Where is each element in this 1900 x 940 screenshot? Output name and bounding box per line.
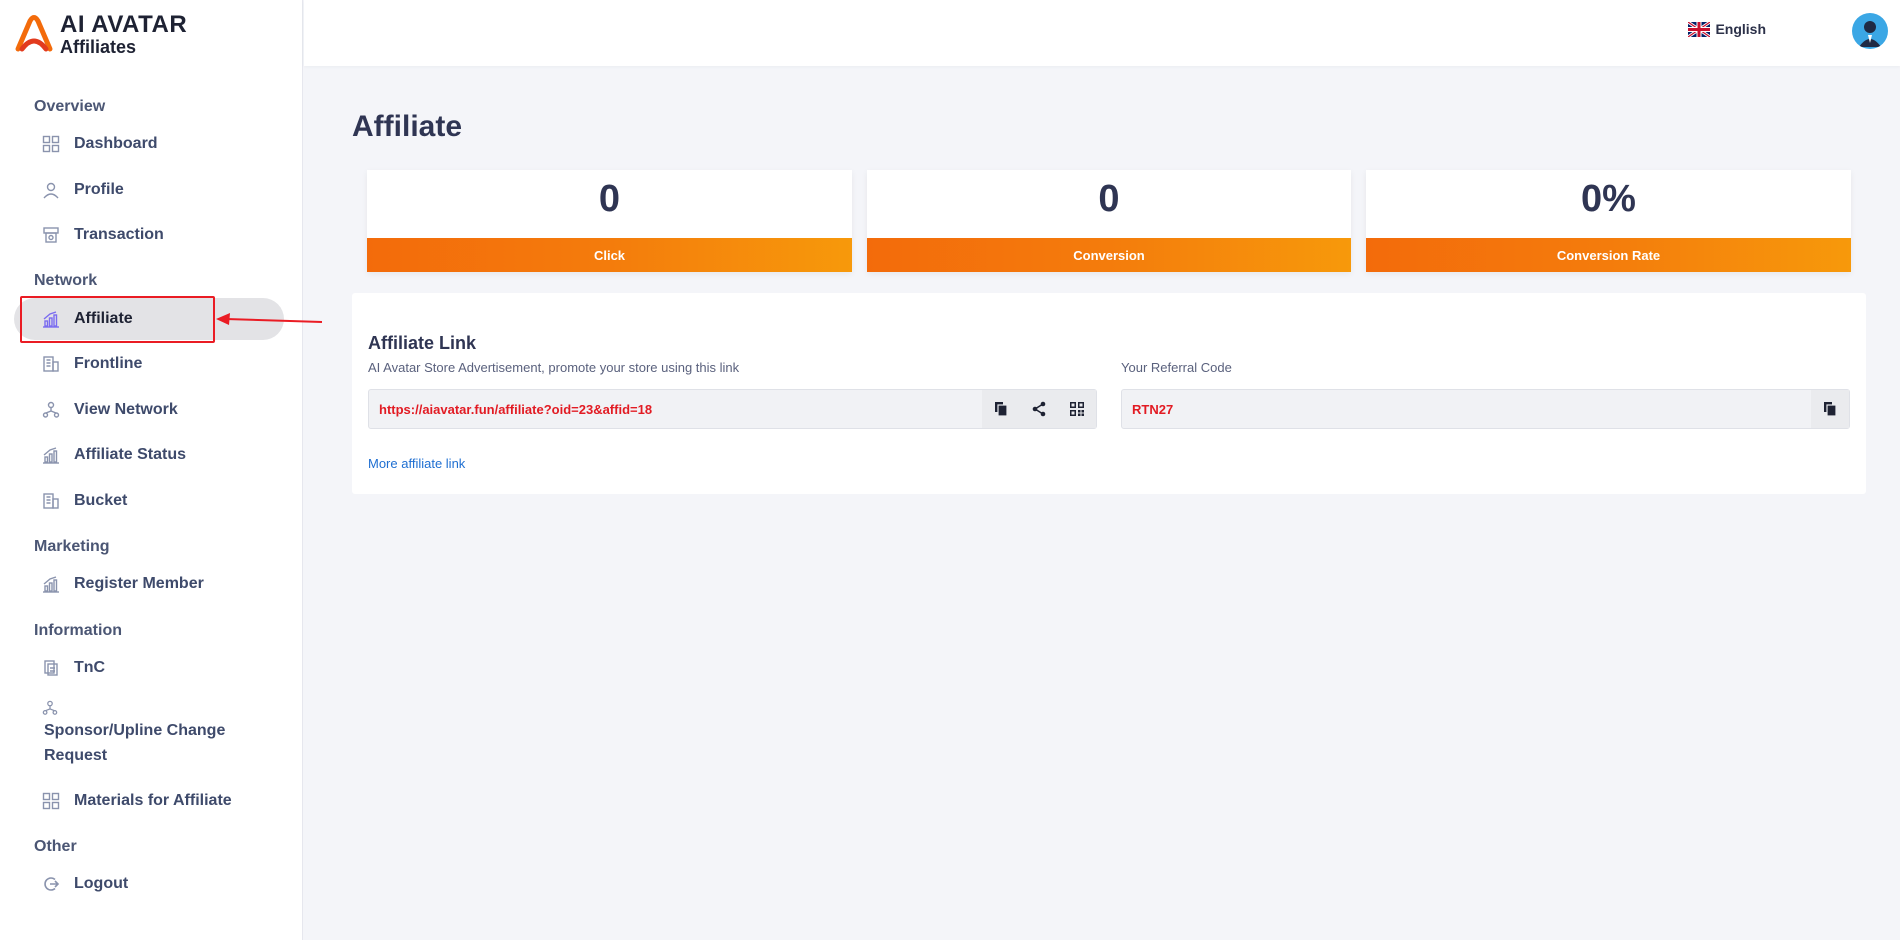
sidebar-item-profile[interactable]: Profile	[42, 172, 124, 208]
section-marketing: Marketing	[34, 538, 110, 555]
stat-value: 0%	[1581, 178, 1636, 220]
affiliate-link-title: Affiliate Link	[368, 333, 477, 353]
language-selector[interactable]: English	[1688, 21, 1766, 37]
referral-code-label: Your Referral Code	[1121, 360, 1232, 375]
logo-icon	[15, 14, 53, 51]
sidebar: AI AVATAR Affiliates Overview Dashboard …	[0, 0, 323, 940]
page-title: Affiliate	[352, 110, 463, 143]
brand-logo[interactable]: AI AVATAR Affiliates	[14, 13, 187, 56]
sidebar-item-label: Logout	[74, 875, 129, 892]
affiliate-url-value[interactable]: https://aiavatar.fun/affiliate?oid=23&af…	[369, 402, 982, 417]
stat-label: Conversion Rate	[1366, 238, 1851, 272]
section-other: Other	[34, 838, 77, 855]
more-affiliate-link[interactable]: More affiliate link	[368, 456, 465, 471]
affiliate-url-field[interactable]: https://aiavatar.fun/affiliate?oid=23&af…	[368, 389, 1097, 429]
section-network: Network	[34, 272, 98, 289]
topbar: English	[304, 0, 1900, 66]
stat-label: Conversion	[867, 238, 1351, 272]
highlight-annotation-box	[20, 296, 215, 343]
section-information: Information	[34, 622, 122, 639]
stat-value: 0	[1098, 178, 1120, 220]
sidebar-item-frontline[interactable]: Frontline	[42, 346, 142, 382]
user-icon	[42, 181, 60, 199]
sidebar-item-view-network[interactable]: View Network	[42, 392, 178, 428]
user-avatar[interactable]	[1852, 13, 1888, 49]
copy-referral-button[interactable]	[1811, 390, 1849, 428]
stat-card-conversion-rate: 0% Conversion Rate	[1366, 170, 1851, 272]
sidebar-item-materials[interactable]: Materials for Affiliate	[42, 783, 232, 819]
document-icon	[42, 659, 60, 677]
sidebar-item-logout[interactable]: Logout	[42, 866, 128, 902]
brand-subtitle: Affiliates	[60, 37, 137, 57]
language-label: English	[1715, 21, 1766, 37]
bar-chart-icon	[42, 446, 60, 464]
grid-icon	[42, 135, 60, 153]
section-overview: Overview	[34, 98, 106, 115]
building-icon	[42, 492, 60, 510]
affiliate-link-subtitle: AI Avatar Store Advertisement, promote y…	[368, 360, 740, 375]
sidebar-item-label: Materials for Affiliate	[74, 792, 232, 809]
copy-icon	[995, 402, 1008, 417]
affiliate-link-card: Affiliate Link AI Avatar Store Advertise…	[352, 293, 1866, 494]
stat-label: Click	[367, 238, 852, 272]
annotation-arrow-icon	[216, 313, 323, 325]
sidebar-item-bucket[interactable]: Bucket	[42, 483, 127, 519]
building-icon	[42, 355, 60, 373]
stat-value: 0	[598, 178, 621, 220]
stat-card-click: 0 Click	[367, 170, 852, 272]
sidebar-item-label: Frontline	[74, 355, 143, 372]
share-icon	[1032, 401, 1046, 417]
sidebar-item-label: Register Member	[74, 575, 204, 592]
copy-link-button[interactable]	[982, 390, 1020, 428]
sidebar-item-label: Dashboard	[74, 135, 158, 152]
sidebar-item-affiliate-status[interactable]: Affiliate Status	[42, 437, 186, 473]
sidebar-item-label: View Network	[74, 401, 178, 418]
sidebar-item-register-member[interactable]: Register Member	[42, 566, 204, 602]
bar-chart-icon	[42, 575, 60, 593]
sidebar-item-label: Profile	[74, 181, 124, 198]
sidebar-item-label: Affiliate Status	[74, 446, 187, 463]
sidebar-item-label: TnC	[74, 659, 106, 676]
uk-flag-icon	[1688, 21, 1711, 37]
copy-icon	[1824, 402, 1837, 417]
network-icon	[42, 700, 60, 718]
qr-code-button[interactable]	[1058, 390, 1096, 428]
sidebar-item-dashboard[interactable]: Dashboard	[42, 126, 158, 162]
network-icon	[42, 401, 60, 419]
avatar-person-icon	[1859, 21, 1881, 47]
receipt-icon	[42, 226, 60, 244]
stat-card-conversion: 0 Conversion	[867, 170, 1351, 272]
share-link-button[interactable]	[1020, 390, 1058, 428]
logout-icon	[42, 875, 60, 893]
grid-icon	[42, 792, 60, 810]
brand-name: AI AVATAR	[60, 11, 188, 38]
referral-code-field[interactable]: RTN27	[1121, 389, 1850, 429]
sidebar-item-label: Transaction	[74, 226, 164, 243]
referral-code-value[interactable]: RTN27	[1122, 402, 1811, 417]
sidebar-item-label: Bucket	[74, 492, 128, 509]
sidebar-item-sponsor-change-request[interactable]: Sponsor/Upline Change Request	[44, 718, 264, 768]
sidebar-item-tnc[interactable]: TnC	[42, 650, 105, 686]
sidebar-item-transaction[interactable]: Transaction	[42, 217, 164, 253]
qr-code-icon	[1070, 402, 1084, 416]
